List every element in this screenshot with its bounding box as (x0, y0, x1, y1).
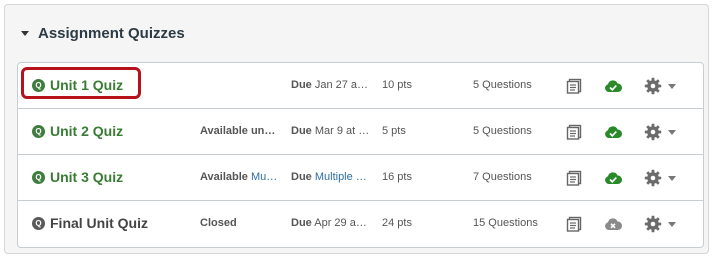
gear-icon[interactable] (644, 169, 662, 187)
menu-caret-icon[interactable] (668, 84, 676, 89)
quiz-icon: Q (32, 125, 45, 138)
menu-caret-icon[interactable] (668, 222, 676, 227)
quiz-title-link[interactable]: Unit 3 Quiz (50, 169, 123, 185)
points: 10 pts (382, 79, 412, 91)
group-header-toggle[interactable]: Assignment Quizzes (21, 23, 185, 43)
availability-label: Available un… (200, 125, 276, 137)
document-icon[interactable] (566, 216, 582, 232)
menu-caret-icon[interactable] (668, 176, 676, 181)
availability-link[interactable]: Mu… (251, 171, 277, 183)
due-link[interactable]: Multiple … (315, 171, 367, 183)
document-icon[interactable] (566, 170, 582, 186)
points: 24 pts (382, 217, 412, 229)
question-count: 5 Questions (473, 125, 532, 137)
assignment-group-panel: Assignment Quizzes Q Unit 1 Quiz Due Jan… (4, 4, 709, 254)
question-count: 5 Questions (473, 79, 532, 91)
quiz-row: Q Unit 2 Quiz Available un… Due Mar 9 at… (18, 109, 703, 155)
due-date: Due Apr 29 a… (291, 217, 373, 229)
points: 16 pts (382, 171, 412, 183)
document-icon[interactable] (566, 78, 582, 94)
quiz-list: Q Unit 1 Quiz Due Jan 27 a… 10 pts 5 Que… (17, 62, 704, 248)
due-value: Apr 29 a… (314, 217, 367, 229)
cloud-check-icon[interactable] (604, 125, 622, 139)
quiz-icon: Q (32, 171, 45, 184)
due-value: Mar 9 at … (314, 125, 370, 137)
quiz-row: Q Final Unit Quiz Closed Due Apr 29 a… 2… (18, 201, 703, 247)
due-value: Jan 27 a… (314, 79, 369, 91)
cloud-check-icon[interactable] (604, 79, 622, 93)
cloud-check-icon[interactable] (604, 171, 622, 185)
question-count: 15 Questions (473, 217, 538, 229)
quiz-row: Q Unit 3 Quiz Available Mu… Due Multiple… (18, 155, 703, 201)
availability: Closed (200, 217, 284, 229)
document-icon[interactable] (566, 124, 582, 140)
points: 5 pts (382, 125, 406, 137)
caret-down-icon[interactable] (21, 30, 29, 36)
due-date: Due Mar 9 at … (291, 125, 373, 137)
quiz-icon: Q (32, 217, 45, 230)
cloud-x-icon[interactable] (604, 217, 622, 231)
availability-label: Closed (200, 217, 237, 229)
gear-icon[interactable] (644, 77, 662, 95)
gear-icon[interactable] (644, 215, 662, 233)
quiz-title-link[interactable]: Unit 2 Quiz (50, 123, 123, 139)
availability: Available Mu… (200, 171, 284, 183)
availability-label: Available (200, 171, 248, 183)
due-label: Due (291, 171, 312, 183)
due-date: Due Jan 27 a… (291, 79, 373, 91)
question-count: 7 Questions (473, 171, 532, 183)
due-date: Due Multiple … (291, 171, 373, 183)
quiz-title-link[interactable]: Final Unit Quiz (50, 215, 148, 231)
due-label: Due (291, 125, 312, 137)
availability: Available un… (200, 125, 284, 137)
due-label: Due (291, 217, 312, 229)
quiz-row: Q Unit 1 Quiz Due Jan 27 a… 10 pts 5 Que… (18, 63, 703, 109)
group-title: Assignment Quizzes (38, 24, 185, 42)
menu-caret-icon[interactable] (668, 130, 676, 135)
quiz-title-link[interactable]: Unit 1 Quiz (50, 77, 123, 93)
due-label: Due (291, 79, 312, 91)
quiz-icon: Q (32, 79, 45, 92)
gear-icon[interactable] (644, 123, 662, 141)
